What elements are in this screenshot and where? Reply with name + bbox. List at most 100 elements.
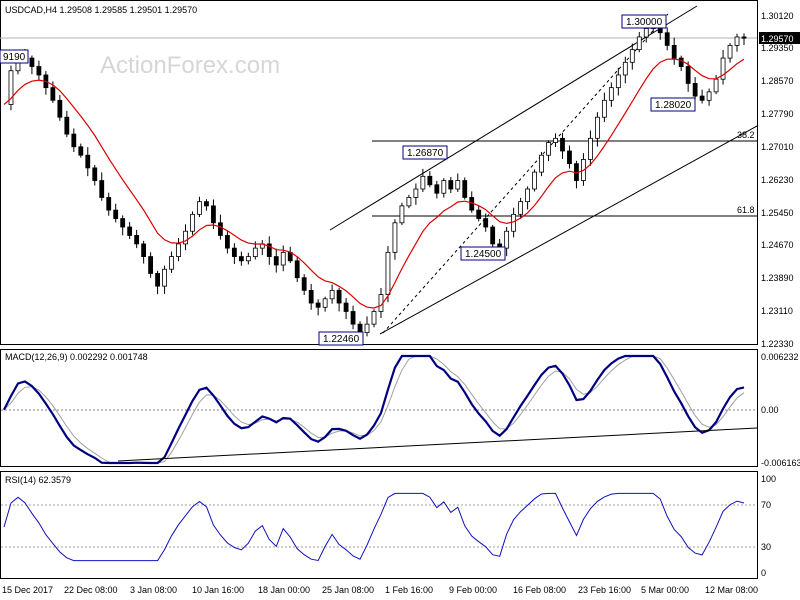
y-tick-2: 1.29350 — [761, 43, 794, 53]
candle-body — [504, 230, 510, 249]
candle-body — [539, 154, 544, 173]
candle-body — [176, 243, 181, 257]
candle-body — [308, 289, 314, 304]
candle-body — [727, 45, 733, 59]
candle-body — [553, 137, 558, 143]
candle-body — [113, 209, 119, 219]
candle-body — [78, 146, 84, 156]
annotation-128020: 1.28020 — [650, 97, 696, 112]
candle-body — [462, 180, 468, 198]
candle-body — [29, 57, 35, 67]
annotation-124500: 1.24500 — [460, 246, 506, 261]
x-tick-2: 22 Dec 08:00 — [64, 585, 118, 595]
candle-body — [741, 36, 747, 39]
candle-body — [64, 116, 70, 135]
candle-body — [532, 171, 537, 190]
fib-61-label: 61.8 — [737, 205, 755, 215]
candle-body — [713, 78, 719, 93]
fib-38-label: 38.2 — [737, 130, 755, 140]
last-price-tag: 1.29570 — [761, 34, 794, 44]
candle-body — [699, 95, 705, 101]
candle-body — [183, 230, 188, 245]
y-tick-9: 1.23890 — [761, 273, 794, 283]
candle-body — [294, 260, 300, 279]
rsi-label: RSI(14) 62.3579 — [5, 475, 71, 485]
candle-body — [455, 180, 461, 190]
candle-body — [525, 188, 530, 203]
annotation-130000-text: 1.30000 — [626, 17, 663, 28]
macd-trendline — [117, 427, 758, 462]
candle-body — [399, 205, 405, 224]
candle-body — [643, 28, 649, 38]
candle-body — [511, 213, 517, 232]
candle-body — [273, 256, 279, 266]
x-tick-3: 3 Jan 08:00 — [130, 585, 177, 595]
y-tick-6: 1.26230 — [761, 175, 794, 185]
watermark: ActionForex.com — [100, 52, 280, 79]
candle-body — [518, 201, 524, 215]
x-axis: 15 Dec 2017 22 Dec 08:00 3 Jan 08:00 10 … — [2, 585, 758, 595]
candle-body — [134, 235, 140, 245]
rsi-y-tick-100: 100 — [761, 474, 776, 484]
annotation-128020-text: 1.28020 — [655, 100, 692, 111]
candle-body — [420, 175, 426, 190]
candle-body — [357, 323, 363, 333]
x-tick-8: 9 Feb 00:00 — [449, 585, 497, 595]
candle-body — [231, 247, 237, 257]
candle-body — [608, 87, 614, 101]
annotation-129190: 9190 — [0, 49, 29, 64]
main-y-axis: 1.30120 1.29350 1.28570 1.27790 1.27010 … — [761, 11, 794, 349]
candle-body — [483, 218, 489, 228]
usdcad-chart: ActionForex.com USDCAD,H4 1.29508 1.2958… — [0, 0, 800, 595]
candle-body — [434, 184, 440, 194]
candle-body — [204, 201, 209, 207]
candle-body — [490, 226, 496, 245]
rsi-y-tick-70: 70 — [761, 500, 771, 510]
candle-body — [148, 256, 154, 274]
candle-body — [629, 49, 635, 63]
candle-body — [685, 66, 691, 84]
candle-body — [57, 99, 63, 118]
y-tick-5: 1.27010 — [761, 142, 794, 152]
candle-body — [162, 268, 167, 287]
candle-body — [371, 311, 377, 325]
x-tick-7: 1 Feb 16:00 — [385, 585, 433, 595]
candle-body — [197, 201, 202, 215]
candle-body — [448, 180, 454, 190]
candle-body — [211, 205, 216, 224]
annotation-126870: 1.26870 — [402, 145, 448, 160]
annotation-124500-text: 1.24500 — [465, 249, 502, 260]
candle-body — [336, 289, 342, 304]
candle-body — [190, 213, 195, 232]
candle-body — [706, 91, 712, 101]
candle-body — [427, 175, 433, 186]
x-tick-1: 15 Dec 2017 — [2, 585, 53, 595]
candle-body — [392, 222, 398, 253]
annotation-126870-text: 1.26870 — [407, 148, 444, 159]
candle-body — [141, 243, 147, 257]
y-tick-11: 1.22330 — [761, 339, 794, 349]
x-tick-5: 18 Jan 00:00 — [258, 585, 310, 595]
symbol-header: USDCAD,H4 1.29508 1.29585 1.29501 1.2957… — [5, 5, 197, 15]
candle-body — [120, 218, 126, 228]
candle-body — [546, 142, 551, 156]
candle-body — [671, 45, 677, 59]
x-tick-9: 16 Feb 08:00 — [513, 585, 566, 595]
candle-body — [636, 36, 642, 51]
annotation-122460: 1.22460 — [318, 331, 364, 346]
candle-body — [50, 87, 56, 101]
candle-body — [329, 289, 335, 300]
candle-body — [385, 251, 391, 295]
candle-body — [350, 311, 356, 325]
candle-body — [127, 226, 133, 236]
candle-body — [322, 298, 328, 308]
candle-body — [92, 167, 98, 181]
candle-body — [476, 209, 482, 219]
macd-y-tick-bottom: -0.006163 — [761, 458, 800, 468]
candle-body — [238, 256, 244, 262]
macd-panel-frame — [0, 349, 758, 467]
candle-body — [615, 74, 621, 89]
macd-y-tick-zero: 0.00 — [761, 405, 779, 415]
candle-body — [155, 273, 160, 287]
y-tick-3: 1.28570 — [761, 76, 794, 86]
